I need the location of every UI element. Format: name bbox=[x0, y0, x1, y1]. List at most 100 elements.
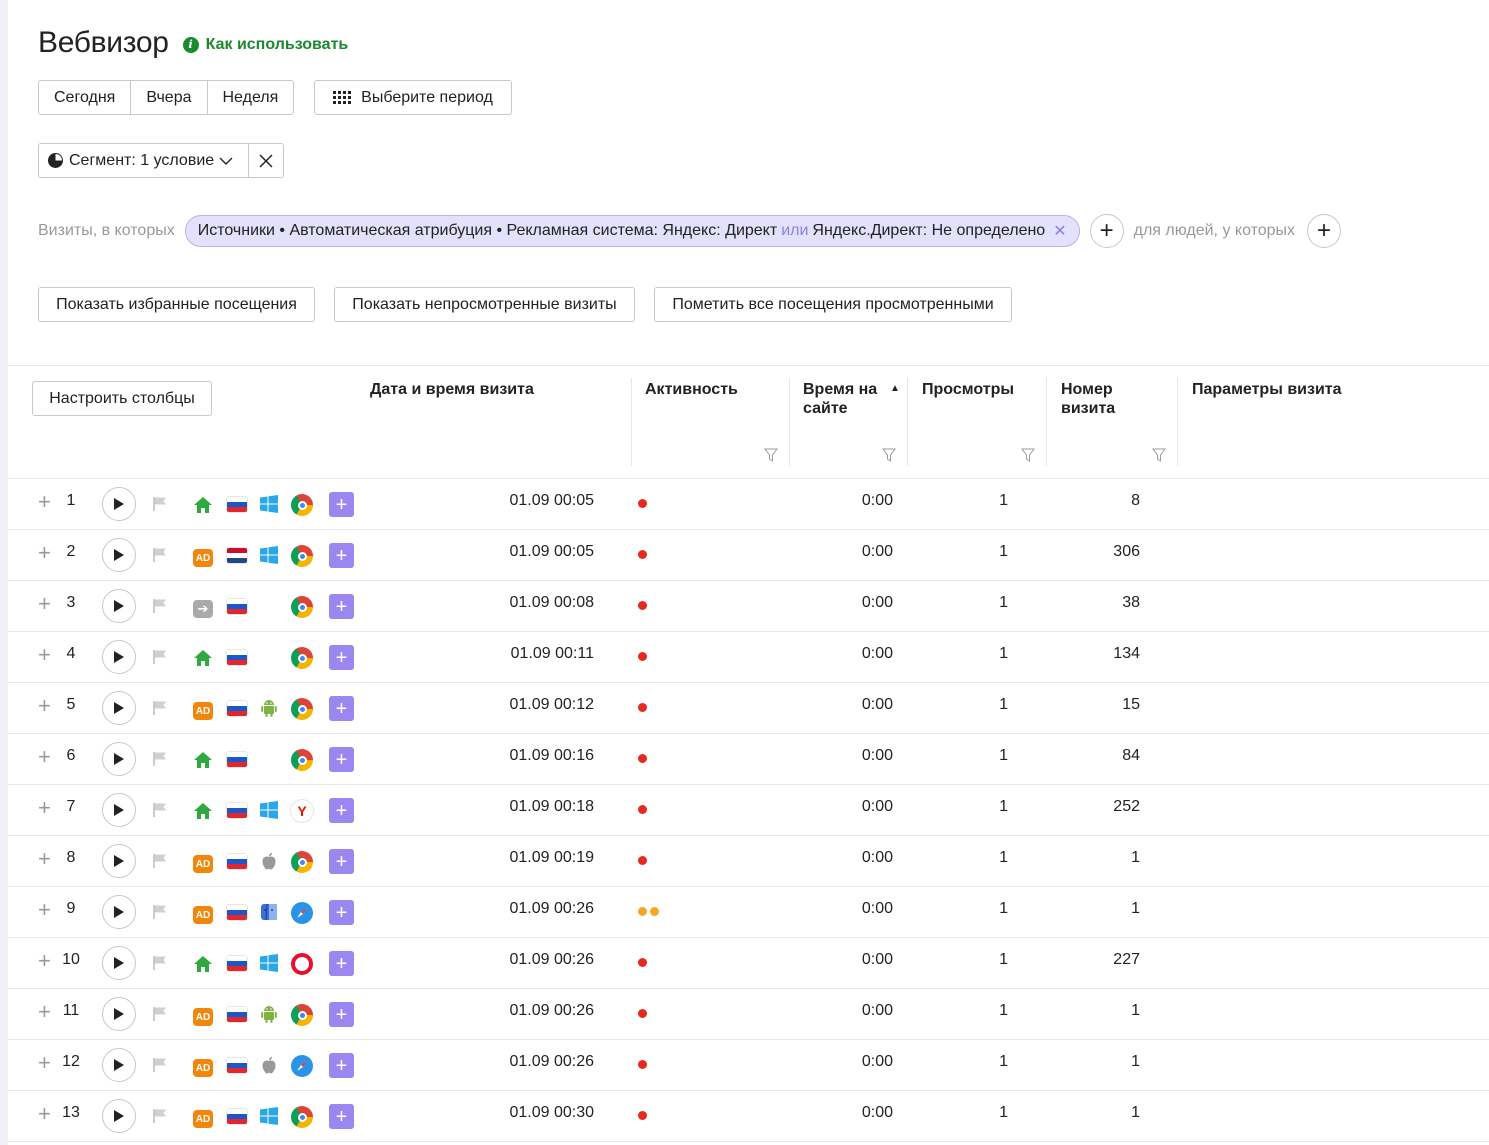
favorite-flag-icon[interactable] bbox=[152, 1057, 168, 1073]
favorite-flag-icon[interactable] bbox=[152, 700, 168, 716]
table-row[interactable]: +7 Y +01.09 00:18 0:00 1 252 bbox=[8, 785, 1489, 836]
play-recording-button[interactable] bbox=[102, 742, 136, 776]
expand-row-button[interactable]: + bbox=[38, 746, 51, 768]
views-count: 1 bbox=[999, 849, 1008, 866]
add-to-segment-button[interactable]: + bbox=[329, 696, 354, 721]
add-to-segment-button[interactable]: + bbox=[329, 492, 354, 517]
add-people-condition-button[interactable]: + bbox=[1307, 214, 1342, 248]
favorite-flag-icon[interactable] bbox=[152, 649, 168, 665]
play-recording-button[interactable] bbox=[102, 640, 136, 674]
play-recording-button[interactable] bbox=[102, 487, 136, 521]
play-recording-button[interactable] bbox=[102, 589, 136, 623]
add-to-segment-button[interactable]: + bbox=[329, 543, 354, 568]
play-recording-button[interactable] bbox=[102, 895, 136, 929]
expand-row-button[interactable]: + bbox=[38, 950, 51, 972]
favorite-flag-icon[interactable] bbox=[152, 547, 168, 563]
expand-row-button[interactable]: + bbox=[38, 848, 51, 870]
configure-columns-button[interactable]: Настроить столбцы bbox=[32, 381, 212, 416]
add-to-segment-button[interactable]: + bbox=[329, 1053, 354, 1078]
period-today-button[interactable]: Сегодня bbox=[39, 81, 132, 114]
show-unviewed-button[interactable]: Показать непросмотренные визиты bbox=[334, 287, 635, 322]
favorite-flag-icon[interactable] bbox=[152, 598, 168, 614]
table-row[interactable]: +1 +01.09 00:05 0:00 1 8 bbox=[8, 479, 1489, 530]
favorite-flag-icon[interactable] bbox=[152, 853, 168, 869]
flag-netherlands-icon bbox=[227, 548, 247, 563]
table-row[interactable]: +10 +01.09 00:26 0:00 1 227 bbox=[8, 938, 1489, 989]
play-icon bbox=[114, 600, 124, 612]
column-header-views[interactable]: Просмотры bbox=[922, 380, 1014, 399]
table-row[interactable]: +4 +01.09 00:11 0:00 1 134 bbox=[8, 632, 1489, 683]
clear-segment-button[interactable] bbox=[249, 144, 283, 177]
flag-russia-icon bbox=[227, 650, 247, 665]
table-row[interactable]: +8 AD +01.09 00:19 0:00 1 1 bbox=[8, 836, 1489, 887]
play-recording-button[interactable] bbox=[102, 997, 136, 1031]
favorite-flag-icon[interactable] bbox=[152, 1108, 168, 1124]
expand-row-button[interactable]: + bbox=[38, 644, 51, 666]
column-header-visit-number[interactable]: Номер визита bbox=[1061, 380, 1115, 418]
condition-chip[interactable]: Источники • Автоматическая атрибуция • Р… bbox=[184, 215, 1080, 247]
table-row[interactable]: +13 AD +01.09 00:30 0:00 1 1 bbox=[8, 1091, 1489, 1142]
show-favorites-button[interactable]: Показать избранные посещения bbox=[38, 287, 315, 322]
column-header-visit-params[interactable]: Параметры визита bbox=[1192, 380, 1342, 399]
mark-all-viewed-button[interactable]: Пометить все посещения просмотренными bbox=[654, 287, 1012, 322]
expand-row-button[interactable]: + bbox=[38, 1001, 51, 1023]
windows-icon bbox=[260, 546, 278, 564]
favorite-flag-icon[interactable] bbox=[152, 802, 168, 818]
expand-row-button[interactable]: + bbox=[38, 593, 51, 615]
filter-icon[interactable] bbox=[1021, 448, 1035, 462]
table-row[interactable]: +9 AD +01.09 00:26 0:00 1 1 bbox=[8, 887, 1489, 938]
add-to-segment-button[interactable]: + bbox=[329, 747, 354, 772]
table-row[interactable]: +2 AD +01.09 00:05 0:00 1 306 bbox=[8, 530, 1489, 581]
filter-icon[interactable] bbox=[764, 448, 778, 462]
add-to-segment-button[interactable]: + bbox=[329, 645, 354, 670]
add-visit-condition-button[interactable]: + bbox=[1089, 214, 1124, 248]
how-to-use-link[interactable]: i Как использовать bbox=[182, 36, 348, 54]
play-recording-button[interactable] bbox=[102, 1048, 136, 1082]
column-header-activity[interactable]: Активность bbox=[645, 380, 738, 399]
add-to-segment-button[interactable]: + bbox=[329, 1002, 354, 1027]
table-row[interactable]: +11 AD +01.09 00:26 0:00 1 1 bbox=[8, 989, 1489, 1040]
expand-row-button[interactable]: + bbox=[38, 542, 51, 564]
play-recording-button[interactable] bbox=[102, 793, 136, 827]
favorite-flag-icon[interactable] bbox=[152, 496, 168, 512]
play-recording-button[interactable] bbox=[102, 844, 136, 878]
remove-condition-icon[interactable]: ✕ bbox=[1053, 221, 1066, 241]
expand-row-button[interactable]: + bbox=[38, 1052, 51, 1074]
segment-dropdown[interactable]: Сегмент: 1 условие bbox=[39, 144, 249, 177]
period-yesterday-button[interactable]: Вчера bbox=[131, 81, 208, 114]
play-recording-button[interactable] bbox=[102, 538, 136, 572]
play-recording-button[interactable] bbox=[102, 946, 136, 980]
add-to-segment-button[interactable]: + bbox=[329, 951, 354, 976]
expand-row-button[interactable]: + bbox=[38, 695, 51, 717]
sort-ascending-icon[interactable]: ▲ bbox=[890, 383, 900, 394]
home-icon bbox=[194, 497, 212, 513]
table-row[interactable]: +3 ➔ +01.09 00:08 0:00 1 38 bbox=[8, 581, 1489, 632]
column-header-date[interactable]: Дата и время визита bbox=[370, 380, 534, 399]
favorite-flag-icon[interactable] bbox=[152, 955, 168, 971]
expand-row-button[interactable]: + bbox=[38, 1103, 51, 1125]
period-week-button[interactable]: Неделя bbox=[208, 81, 294, 114]
views-count: 1 bbox=[999, 696, 1008, 713]
expand-row-button[interactable]: + bbox=[38, 797, 51, 819]
filter-icon[interactable] bbox=[882, 448, 896, 462]
table-row[interactable]: +6 +01.09 00:16 0:00 1 84 bbox=[8, 734, 1489, 785]
choose-period-button[interactable]: Выберите период bbox=[314, 80, 512, 115]
expand-row-button[interactable]: + bbox=[38, 491, 51, 513]
filter-icon[interactable] bbox=[1152, 448, 1166, 462]
add-to-segment-button[interactable]: + bbox=[329, 1104, 354, 1129]
favorite-flag-icon[interactable] bbox=[152, 751, 168, 767]
column-header-time-on-site[interactable]: Время на сайте bbox=[803, 380, 877, 418]
add-to-segment-button[interactable]: + bbox=[329, 849, 354, 874]
favorite-flag-icon[interactable] bbox=[152, 1006, 168, 1022]
chrome-icon bbox=[291, 851, 313, 873]
play-recording-button[interactable] bbox=[102, 1099, 136, 1133]
favorite-flag-icon[interactable] bbox=[152, 904, 168, 920]
add-to-segment-button[interactable]: + bbox=[329, 900, 354, 925]
add-to-segment-button[interactable]: + bbox=[329, 798, 354, 823]
table-row[interactable]: +5 AD +01.09 00:12 0:00 1 15 bbox=[8, 683, 1489, 734]
add-to-segment-button[interactable]: + bbox=[329, 594, 354, 619]
table-row[interactable]: +12 AD +01.09 00:26 0:00 1 1 bbox=[8, 1040, 1489, 1091]
expand-row-button[interactable]: + bbox=[38, 899, 51, 921]
time-on-site: 0:00 bbox=[861, 747, 893, 764]
play-recording-button[interactable] bbox=[102, 691, 136, 725]
